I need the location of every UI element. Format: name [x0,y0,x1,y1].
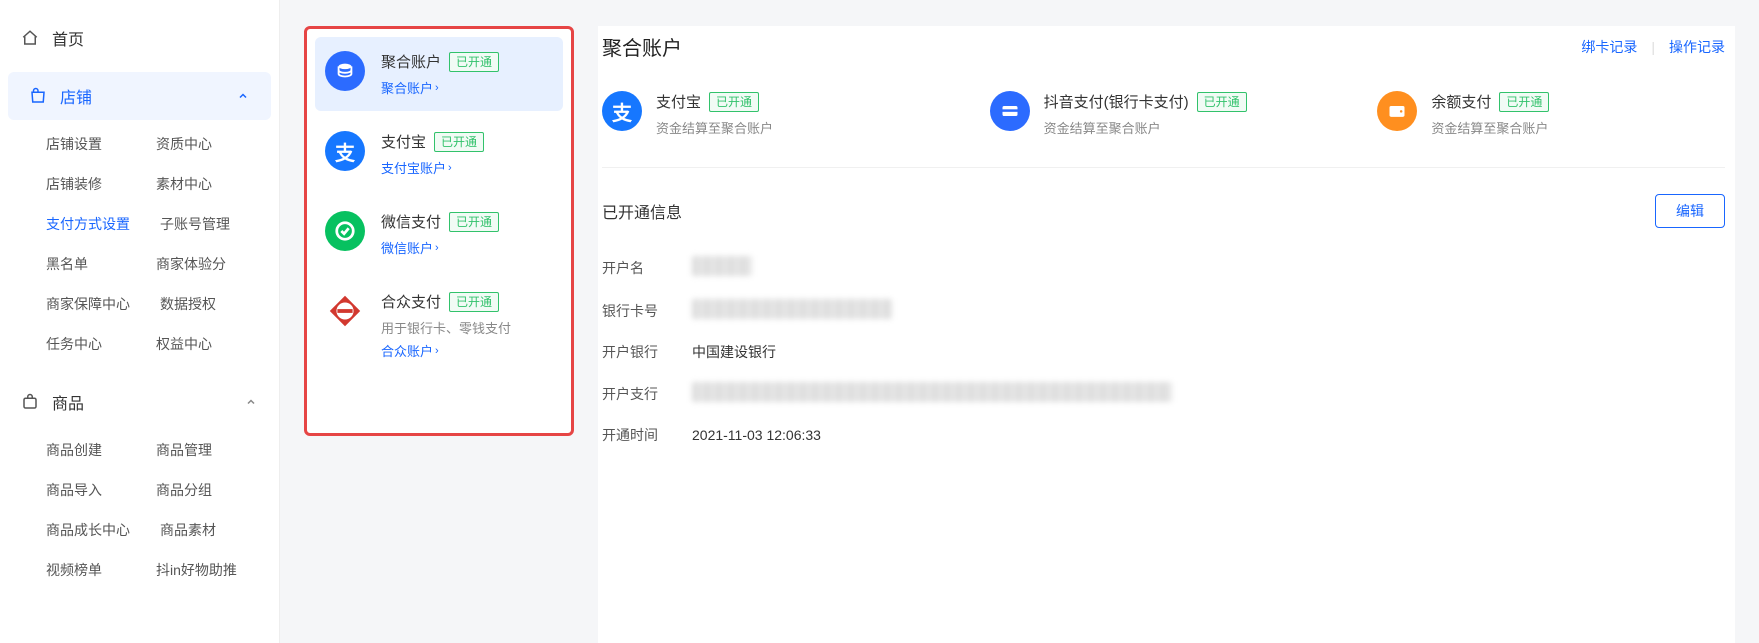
status-badge: 已开通 [1197,92,1247,112]
info-label-account-name: 开户名 [602,258,692,278]
info-value-branch [692,382,1172,405]
nav-child-payment-settings[interactable]: 支付方式设置 [46,214,130,234]
info-label-card-number: 银行卡号 [602,301,692,321]
info-value-card-number [692,299,892,322]
nav-child[interactable]: 抖in好物助推 [156,560,237,580]
method-item-alipay[interactable]: 支 支付宝 已开通 支付宝账户› [315,117,563,191]
channel-alipay: 支 支付宝 已开通 资金结算至聚合账户 [602,91,950,137]
nav-child[interactable]: 商品导入 [46,480,126,500]
method-link[interactable]: 合众账户› [381,341,439,360]
nav-child[interactable]: 店铺设置 [46,134,126,154]
status-badge: 已开通 [709,92,759,112]
status-badge: 已开通 [1499,92,1549,112]
channel-desc: 资金结算至聚合账户 [1431,118,1549,137]
bind-records-link[interactable]: 绑卡记录 [1581,37,1637,57]
method-link[interactable]: 聚合账户› [381,78,439,97]
nav-child[interactable]: 数据授权 [160,294,240,314]
method-title: 合众支付 [381,291,441,312]
nav-child[interactable]: 黑名单 [46,254,126,274]
info-value-bank: 中国建设银行 [692,342,776,362]
nav-child[interactable]: 商品创建 [46,440,126,460]
method-title: 支付宝 [381,131,426,152]
nav-goods-children: 商品创建 商品管理 商品导入 商品分组 商品成长中心 商品素材 视频榜单 抖in… [0,430,279,590]
nav-child[interactable]: 商品成长中心 [46,520,130,540]
method-link[interactable]: 微信账户› [381,238,439,257]
wallet-icon [1377,91,1417,131]
nav-child[interactable]: 资质中心 [156,134,236,154]
nav-child[interactable]: 任务中心 [46,334,126,354]
store-icon [28,86,48,106]
nav-child[interactable]: 商家保障中心 [46,294,130,314]
alipay-icon: 支 [325,131,365,171]
detail-actions: 绑卡记录 | 操作记录 [1581,37,1725,57]
method-title: 微信支付 [381,211,441,232]
channel-title: 支付宝 [656,91,701,112]
detail-title: 聚合账户 [602,32,682,61]
nav-child[interactable]: 商品管理 [156,440,236,460]
aggregate-icon [325,51,365,91]
goods-icon [20,392,40,412]
nav-child[interactable]: 商家体验分 [156,254,236,274]
main-content: 聚合账户 已开通 聚合账户› 支 支付宝 已开通 支付宝账户› [280,0,1759,643]
nav-child[interactable]: 素材中心 [156,174,236,194]
nav-child[interactable]: 视频榜单 [46,560,126,580]
hezhong-icon [325,291,365,331]
nav-goods-label: 商品 [52,390,84,414]
info-section: 已开通信息 编辑 开户名 银行卡号 开户银行 中国建设银行 开户支行 开通时间 [602,194,1725,445]
nav-child[interactable]: 子账号管理 [160,214,240,234]
method-title: 聚合账户 [381,51,441,72]
info-value-account-name [692,256,752,279]
channel-douyin: 抖音支付(银行卡支付) 已开通 资金结算至聚合账户 [990,91,1338,137]
channel-desc: 资金结算至聚合账户 [1044,118,1247,137]
method-subtitle: 用于银行卡、零钱支付 [381,318,553,337]
method-item-wechat[interactable]: 微信支付 已开通 微信账户› [315,197,563,271]
payment-method-list: 聚合账户 已开通 聚合账户› 支 支付宝 已开通 支付宝账户› [304,26,574,436]
info-label-branch: 开户支行 [602,384,692,404]
home-icon [20,28,40,48]
method-item-hezhong[interactable]: 合众支付 已开通 用于银行卡、零钱支付 合众账户› [315,277,563,374]
detail-header: 聚合账户 绑卡记录 | 操作记录 [602,32,1725,61]
channel-balance: 余额支付 已开通 资金结算至聚合账户 [1377,91,1725,137]
card-icon [990,91,1030,131]
nav-child[interactable]: 商品素材 [160,520,240,540]
nav-child[interactable]: 权益中心 [156,334,236,354]
channel-desc: 资金结算至聚合账户 [656,118,773,137]
chevron-up-icon [245,395,259,409]
sidebar: 首页 店铺 店铺设置 资质中心 店铺装修 素材中心 支付方式设置 子账号管理 黑… [0,0,280,643]
detail-panel: 聚合账户 绑卡记录 | 操作记录 支 支付宝 已开通 资金结算至聚合账户 [598,26,1735,643]
status-badge: 已开通 [449,52,499,72]
channel-title: 余额支付 [1431,91,1491,112]
edit-button[interactable]: 编辑 [1655,194,1725,228]
chevron-up-icon [237,89,251,103]
nav-child[interactable]: 店铺装修 [46,174,126,194]
info-label-bank: 开户银行 [602,342,692,362]
info-section-title: 已开通信息 [602,199,682,223]
alipay-icon: 支 [602,91,642,131]
status-badge: 已开通 [449,212,499,232]
nav-goods[interactable]: 商品 [0,378,279,426]
nav-store-label: 店铺 [60,84,92,108]
wechat-icon [325,211,365,251]
nav-home-label: 首页 [52,26,84,50]
channel-title: 抖音支付(银行卡支付) [1044,91,1189,112]
nav-store[interactable]: 店铺 [8,72,271,120]
method-link[interactable]: 支付宝账户› [381,158,452,177]
channel-row: 支 支付宝 已开通 资金结算至聚合账户 抖音支付(银行卡支付) 已开通 [602,91,1725,168]
status-badge: 已开通 [449,292,499,312]
method-item-aggregate[interactable]: 聚合账户 已开通 聚合账户› [315,37,563,111]
nav-home[interactable]: 首页 [0,14,279,62]
nav-store-children: 店铺设置 资质中心 店铺装修 素材中心 支付方式设置 子账号管理 黑名单 商家体… [0,124,279,364]
status-badge: 已开通 [434,132,484,152]
nav-child[interactable]: 商品分组 [156,480,236,500]
operation-records-link[interactable]: 操作记录 [1669,37,1725,57]
info-label-open-time: 开通时间 [602,425,692,445]
info-value-open-time: 2021-11-03 12:06:33 [692,427,821,443]
